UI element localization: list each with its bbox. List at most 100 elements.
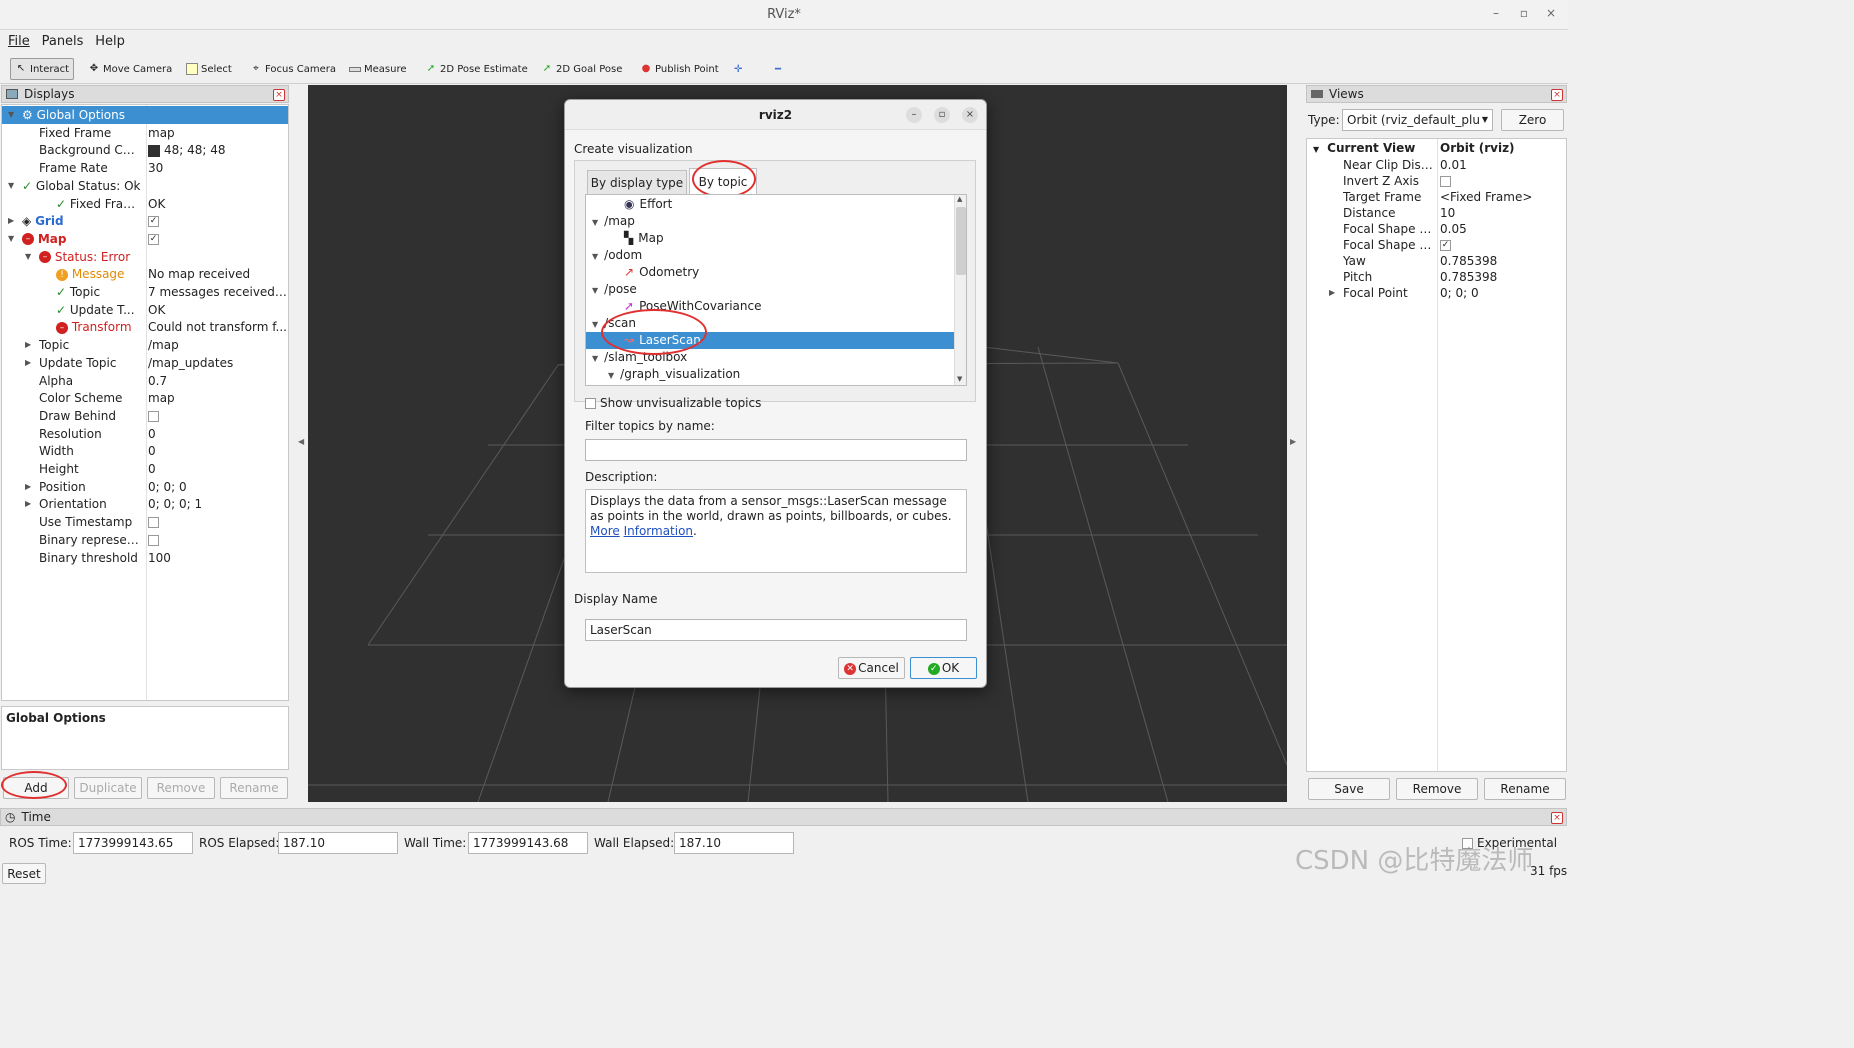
views-close-icon[interactable]: × [1551,89,1563,101]
display-row[interactable]: Fixed Frame map [2,124,288,142]
interact-button[interactable]: ↖ Interact [10,58,75,80]
expand-arrow-icon[interactable]: ▼ [8,106,14,124]
duplicate-button[interactable]: Duplicate [74,777,142,799]
display-row[interactable]: ▶ Update Topic/map_updates [2,354,288,372]
move-camera-button[interactable]: ✥ Move Camera [84,58,176,80]
display-row-checkbox[interactable] [148,513,288,531]
current-view-row[interactable]: ▼ Current View [1313,139,1415,157]
ok-button[interactable]: ✓ OK [910,657,977,679]
rename-display-button[interactable]: Rename [220,777,288,799]
display-row[interactable]: Use Timestamp [2,513,288,531]
display-row[interactable]: Color Scheme map [2,389,288,407]
dialog-minimize-icon[interactable]: – [906,107,922,123]
checkbox-mark[interactable] [148,410,159,422]
view-type-select[interactable]: Orbit (rviz_default_plu ▼ [1342,109,1493,131]
pose-estimate-button[interactable]: ➚ 2D Pose Estimate [421,58,532,80]
information-link[interactable]: Information [624,524,693,538]
remove-tool-icon[interactable]: ━ [771,58,785,80]
goal-pose-button[interactable]: ➚ 2D Goal Pose [537,58,626,80]
dialog-maximize-icon[interactable]: ▫ [934,107,950,123]
display-row[interactable]: Draw Behind [2,407,288,425]
displays-tree[interactable]: ▼ ⚙ Global Options Fixed Frame map Backgroun… [1,104,289,701]
display-row-checkbox[interactable]: ✓ [148,230,288,248]
wall-time-field[interactable]: 1773999143.68 [468,832,588,854]
display-row[interactable]: ▶ Orientation 0; 0; 0; 1 [2,495,288,513]
remove-view-button[interactable]: Remove [1396,778,1478,800]
focus-camera-button[interactable]: ⌖ Focus Camera [246,58,340,80]
display-row[interactable]: ! Message No map received [2,265,288,283]
menu-help[interactable]: Help [95,34,125,49]
display-row[interactable]: ✓ Update T... OK [2,301,288,319]
checkbox-mark[interactable]: ✓ [148,233,159,245]
topic-group-odom[interactable]: ▼/odom [592,246,642,264]
collapse-right-icon[interactable]: ▶ [1290,437,1296,446]
display-row-checkbox[interactable]: ✓ [148,212,288,230]
display-row[interactable]: Height 0 [2,460,288,478]
display-row[interactable]: ▼ ⚙ Global Options [2,106,288,124]
display-row[interactable]: ▶ Topic/map [2,336,288,354]
remove-display-button[interactable]: Remove [147,777,215,799]
zero-button[interactable]: Zero [1501,109,1564,131]
collapse-left-icon[interactable]: ◀ [298,437,304,446]
display-row[interactable]: Frame Rate 30 [2,159,288,177]
show-unvisualizable-checkbox[interactable]: Show unvisualizable topics [585,396,761,410]
display-row[interactable]: Background Color 48; 48; 48 [2,141,288,159]
dialog-close-icon[interactable]: × [962,107,978,123]
scrollbar-thumb[interactable] [956,207,966,275]
expand-arrow-icon[interactable]: ▼ [8,177,14,195]
checkbox-mark[interactable]: ✓ [1440,240,1451,251]
display-row-checkbox[interactable] [148,407,288,425]
cancel-button[interactable]: ✕ Cancel [838,657,905,679]
expand-arrow-icon[interactable]: ▶ [25,478,31,496]
publish-point-button[interactable]: ● Publish Point [636,58,723,80]
topic-group-pose[interactable]: ▼/pose [592,280,637,298]
measure-button[interactable]: Measure [345,58,411,80]
topic-group-graph-visualization[interactable]: ▼/graph_visualization [608,365,740,383]
display-row-checkbox[interactable] [148,531,288,549]
display-name-input[interactable]: LaserScan [585,619,967,641]
display-row[interactable]: ▶ Position 0; 0; 0 [2,478,288,496]
time-close-icon[interactable]: × [1551,812,1563,824]
display-row[interactable]: – Transform Could not transform f... [2,318,288,336]
checkbox-mark[interactable]: ✓ [148,216,159,228]
ros-time-field[interactable]: 1773999143.65 [73,832,193,854]
topic-group-map[interactable]: ▼/map [592,212,635,230]
topic-item-odometry[interactable]: ↗ Odometry [624,263,699,281]
tab-by-display-type[interactable]: By display type [587,170,687,194]
close-icon[interactable]: × [1543,6,1559,20]
display-row[interactable]: ▼ – Status: Error [2,248,288,266]
wall-elapsed-field[interactable]: 187.10 [674,832,794,854]
ros-elapsed-field[interactable]: 187.10 [278,832,398,854]
expand-arrow-icon[interactable]: ▶ [25,495,31,513]
minimize-icon[interactable]: – [1488,6,1504,20]
expand-arrow-icon[interactable]: ▶ [25,336,31,354]
checkbox-mark[interactable] [1440,176,1451,187]
menu-panels[interactable]: Panels [42,34,84,49]
menu-file[interactable]: File [8,34,30,49]
expand-arrow-icon[interactable]: ▼ [8,230,14,248]
select-button[interactable]: Select [182,58,236,80]
display-row[interactable]: ▼ – Map ✓ [2,230,288,248]
display-row[interactable]: Width 0 [2,442,288,460]
display-row[interactable]: ✓ Topic 7 messages received a... [2,283,288,301]
more-info-link[interactable]: More [590,524,620,538]
view-row[interactable]: ▶ Focal Point 0; 0; 0 [1307,284,1565,302]
topic-item-map[interactable]: ▚ Map [624,229,664,247]
expand-arrow-icon[interactable]: ▶ [1329,284,1335,302]
maximize-icon[interactable]: ▫ [1516,6,1532,20]
reset-button[interactable]: Reset [2,863,46,884]
topic-tree[interactable]: ▲ ▼ ◉ Effort ▼/map ▚ Map ▼/odom ↗ Odometry … [585,194,967,386]
rename-view-button[interactable]: Rename [1484,778,1566,800]
expand-arrow-icon[interactable]: ▼ [25,248,31,266]
topic-item-effort[interactable]: ◉ Effort [624,195,672,213]
checkbox-mark[interactable] [148,517,159,529]
views-tree[interactable]: ▼ Current View Orbit (rviz) Near Clip Dis… [1306,138,1567,772]
color-swatch[interactable] [148,144,160,157]
add-tool-icon[interactable]: ✛ [730,58,746,80]
save-view-button[interactable]: Save [1308,778,1390,800]
checkbox-mark[interactable] [148,534,159,546]
panel-close-icon[interactable]: × [273,89,285,101]
expand-arrow-icon[interactable]: ▶ [25,354,31,372]
filter-input[interactable] [585,439,967,461]
display-row[interactable]: ▼ ✓ Global Status: Ok [2,177,288,195]
